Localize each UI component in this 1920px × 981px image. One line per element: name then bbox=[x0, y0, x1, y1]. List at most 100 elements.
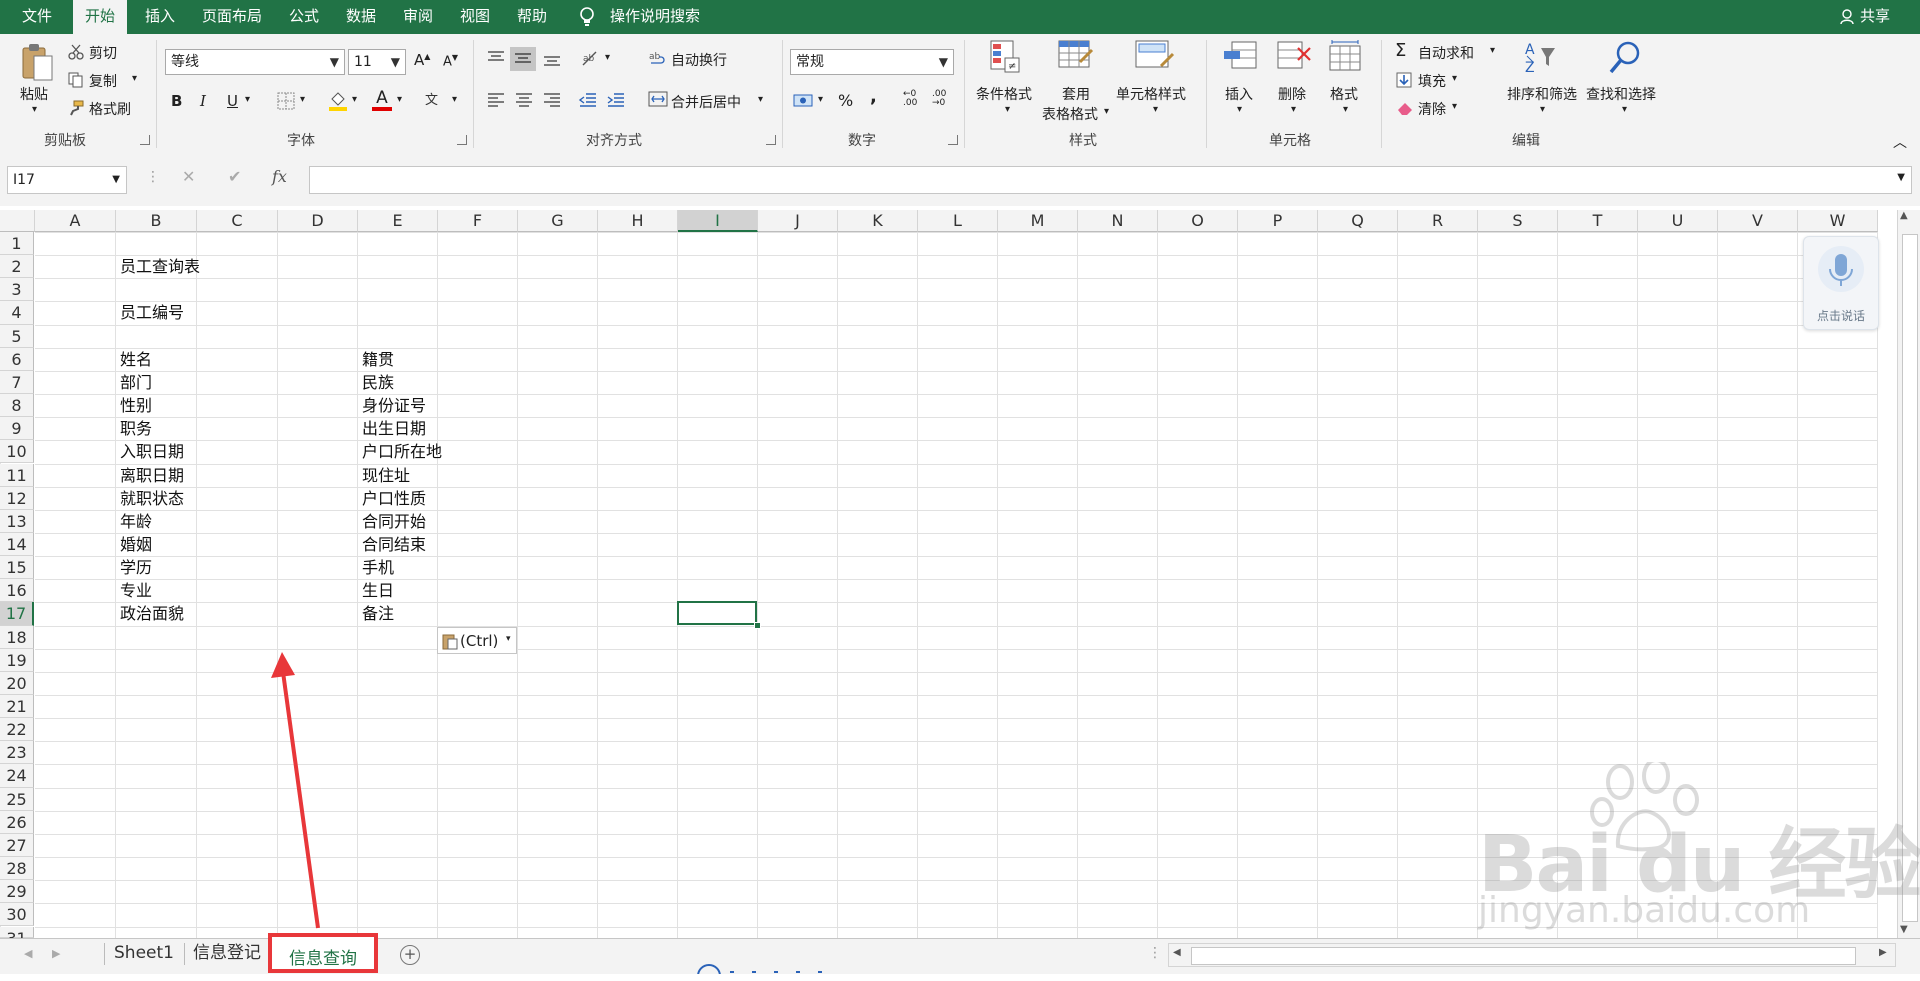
orientation-icon[interactable]: ab bbox=[580, 49, 602, 69]
decrease-decimal-icon[interactable]: .00 →0 bbox=[932, 90, 946, 108]
clear-button[interactable]: 清除 bbox=[1418, 99, 1446, 119]
cell-e12[interactable]: 户口性质 bbox=[362, 488, 426, 510]
borders-dropdown-icon[interactable]: ▾ bbox=[300, 94, 305, 105]
row-header[interactable]: 27 bbox=[0, 833, 34, 858]
column-header[interactable]: P bbox=[1238, 210, 1318, 232]
column-header[interactable]: W bbox=[1798, 210, 1878, 232]
column-header[interactable]: I bbox=[678, 210, 758, 232]
fill-button[interactable]: 填充 bbox=[1418, 71, 1446, 91]
row-header[interactable]: 15 bbox=[0, 556, 34, 580]
row-header[interactable]: 5 bbox=[0, 324, 34, 348]
row-header[interactable]: 8 bbox=[0, 394, 34, 418]
cancel-icon[interactable]: ✕ bbox=[182, 167, 195, 186]
cell-e10[interactable]: 户口所在地 bbox=[362, 441, 442, 463]
column-header[interactable]: K bbox=[838, 210, 918, 232]
orientation-dropdown-icon[interactable]: ▾ bbox=[605, 52, 610, 63]
number-launcher[interactable] bbox=[948, 135, 958, 145]
row-header[interactable]: 28 bbox=[0, 857, 34, 881]
cell-e6[interactable]: 籍贯 bbox=[362, 349, 394, 371]
share-button[interactable]: 共享 bbox=[1860, 0, 1890, 34]
next-sheet-icon[interactable]: ▶ bbox=[52, 947, 60, 960]
cell-b9[interactable]: 职务 bbox=[120, 418, 152, 440]
column-header[interactable]: H bbox=[598, 210, 678, 232]
align-top-icon[interactable] bbox=[486, 50, 506, 66]
row-header[interactable]: 9 bbox=[0, 417, 34, 441]
fill-dropdown-icon[interactable]: ▾ bbox=[1452, 73, 1457, 84]
cell-e13[interactable]: 合同开始 bbox=[362, 511, 426, 533]
find-dropdown-icon[interactable]: ▾ bbox=[1622, 104, 1627, 115]
cell-b11[interactable]: 离职日期 bbox=[120, 465, 184, 487]
underline-button[interactable]: U bbox=[227, 92, 238, 110]
align-right-icon[interactable] bbox=[542, 92, 562, 108]
tell-me-search[interactable]: 操作说明搜索 bbox=[610, 0, 700, 34]
formula-input[interactable]: ▼ bbox=[309, 166, 1912, 194]
fill-color-dropdown-icon[interactable]: ▾ bbox=[352, 94, 357, 105]
row-header[interactable]: 6 bbox=[0, 347, 34, 371]
column-header[interactable]: M bbox=[998, 210, 1078, 232]
column-header[interactable]: Q bbox=[1318, 210, 1398, 232]
tab-formulas[interactable]: 公式 bbox=[289, 0, 319, 34]
cell-e8[interactable]: 身份证号 bbox=[362, 395, 426, 417]
paste-options-button[interactable]: (Ctrl) ▾ bbox=[437, 627, 517, 654]
bold-button[interactable]: B bbox=[171, 92, 182, 110]
vertical-scroll-thumb[interactable] bbox=[1902, 234, 1918, 922]
delete-cells-button[interactable]: 删除 bbox=[1278, 84, 1306, 104]
cell-e14[interactable]: 合同结束 bbox=[362, 534, 426, 556]
formula-bar-options-icon[interactable]: ⋮ bbox=[146, 169, 160, 185]
row-header[interactable]: 4 bbox=[0, 301, 34, 325]
phonetic-button[interactable]: 文 bbox=[425, 89, 438, 108]
horizontal-scroll-thumb[interactable] bbox=[1191, 947, 1856, 965]
row-header[interactable]: 16 bbox=[0, 579, 34, 603]
cell-b4[interactable]: 员工编号 bbox=[120, 302, 184, 324]
row-header[interactable]: 1 bbox=[0, 232, 34, 256]
row-header[interactable]: 23 bbox=[0, 741, 34, 765]
sheet-tab-info-register[interactable]: 信息登记 bbox=[186, 939, 268, 969]
column-header[interactable]: G bbox=[518, 210, 598, 232]
cell-b6[interactable]: 姓名 bbox=[120, 349, 152, 371]
tab-insert[interactable]: 插入 bbox=[145, 0, 175, 34]
column-header[interactable]: O bbox=[1158, 210, 1238, 232]
row-header[interactable]: 18 bbox=[0, 625, 34, 649]
tab-home[interactable]: 开始 bbox=[73, 0, 128, 34]
sort-dropdown-icon[interactable]: ▾ bbox=[1540, 104, 1545, 115]
insert-function-button[interactable]: fx bbox=[272, 167, 287, 186]
phonetic-dropdown-icon[interactable]: ▾ bbox=[452, 94, 457, 105]
conditional-format-button[interactable]: 条件格式 bbox=[976, 84, 1032, 104]
merge-dropdown-icon[interactable]: ▾ bbox=[758, 94, 763, 105]
row-header[interactable]: 13 bbox=[0, 509, 34, 533]
prev-sheet-icon[interactable]: ◀ bbox=[24, 947, 32, 960]
cell-e15[interactable]: 手机 bbox=[362, 557, 394, 579]
scroll-down-icon[interactable]: ▼ bbox=[1900, 924, 1908, 935]
increase-decimal-icon[interactable]: ←0.00 bbox=[903, 90, 917, 108]
alignment-launcher[interactable] bbox=[766, 135, 776, 145]
scroll-right-icon[interactable]: ▶ bbox=[1879, 947, 1887, 958]
active-cell-selection[interactable] bbox=[677, 601, 757, 625]
font-size-select[interactable]: 11 ▼ bbox=[348, 49, 406, 75]
autosum-dropdown-icon[interactable]: ▾ bbox=[1490, 45, 1495, 56]
fill-handle[interactable] bbox=[754, 621, 761, 629]
clear-dropdown-icon[interactable]: ▾ bbox=[1452, 101, 1457, 112]
voice-input-widget[interactable]: 点击说话 bbox=[1803, 236, 1879, 330]
cell-e17[interactable]: 备注 bbox=[362, 603, 394, 625]
horizontal-scrollbar[interactable]: ◀ ▶ bbox=[1168, 943, 1896, 967]
sort-filter-button[interactable]: 排序和筛选 bbox=[1507, 84, 1577, 104]
number-format-select[interactable]: 常规 ▼ bbox=[790, 49, 954, 75]
name-box[interactable]: I17 ▼ bbox=[7, 166, 127, 194]
align-middle-button[interactable] bbox=[510, 47, 536, 71]
select-all-corner[interactable] bbox=[0, 210, 35, 232]
row-header[interactable]: 7 bbox=[0, 370, 34, 395]
currency-dropdown-icon[interactable]: ▾ bbox=[818, 94, 823, 105]
cell-b17[interactable]: 政治面貌 bbox=[120, 603, 184, 625]
column-header[interactable]: D bbox=[278, 210, 358, 232]
increase-indent-icon[interactable] bbox=[606, 92, 626, 108]
cell-e9[interactable]: 出生日期 bbox=[362, 418, 426, 440]
tab-help[interactable]: 帮助 bbox=[517, 0, 547, 34]
align-center-icon[interactable] bbox=[514, 92, 534, 108]
increase-font-icon[interactable]: A▲ bbox=[414, 51, 430, 69]
row-header[interactable]: 11 bbox=[0, 463, 34, 487]
copy-dropdown-icon[interactable]: ▾ bbox=[132, 73, 137, 84]
tab-page-layout[interactable]: 页面布局 bbox=[202, 0, 262, 34]
add-sheet-button[interactable]: + bbox=[400, 945, 420, 965]
cell-b14[interactable]: 婚姻 bbox=[120, 534, 152, 556]
column-header[interactable]: R bbox=[1398, 210, 1478, 232]
